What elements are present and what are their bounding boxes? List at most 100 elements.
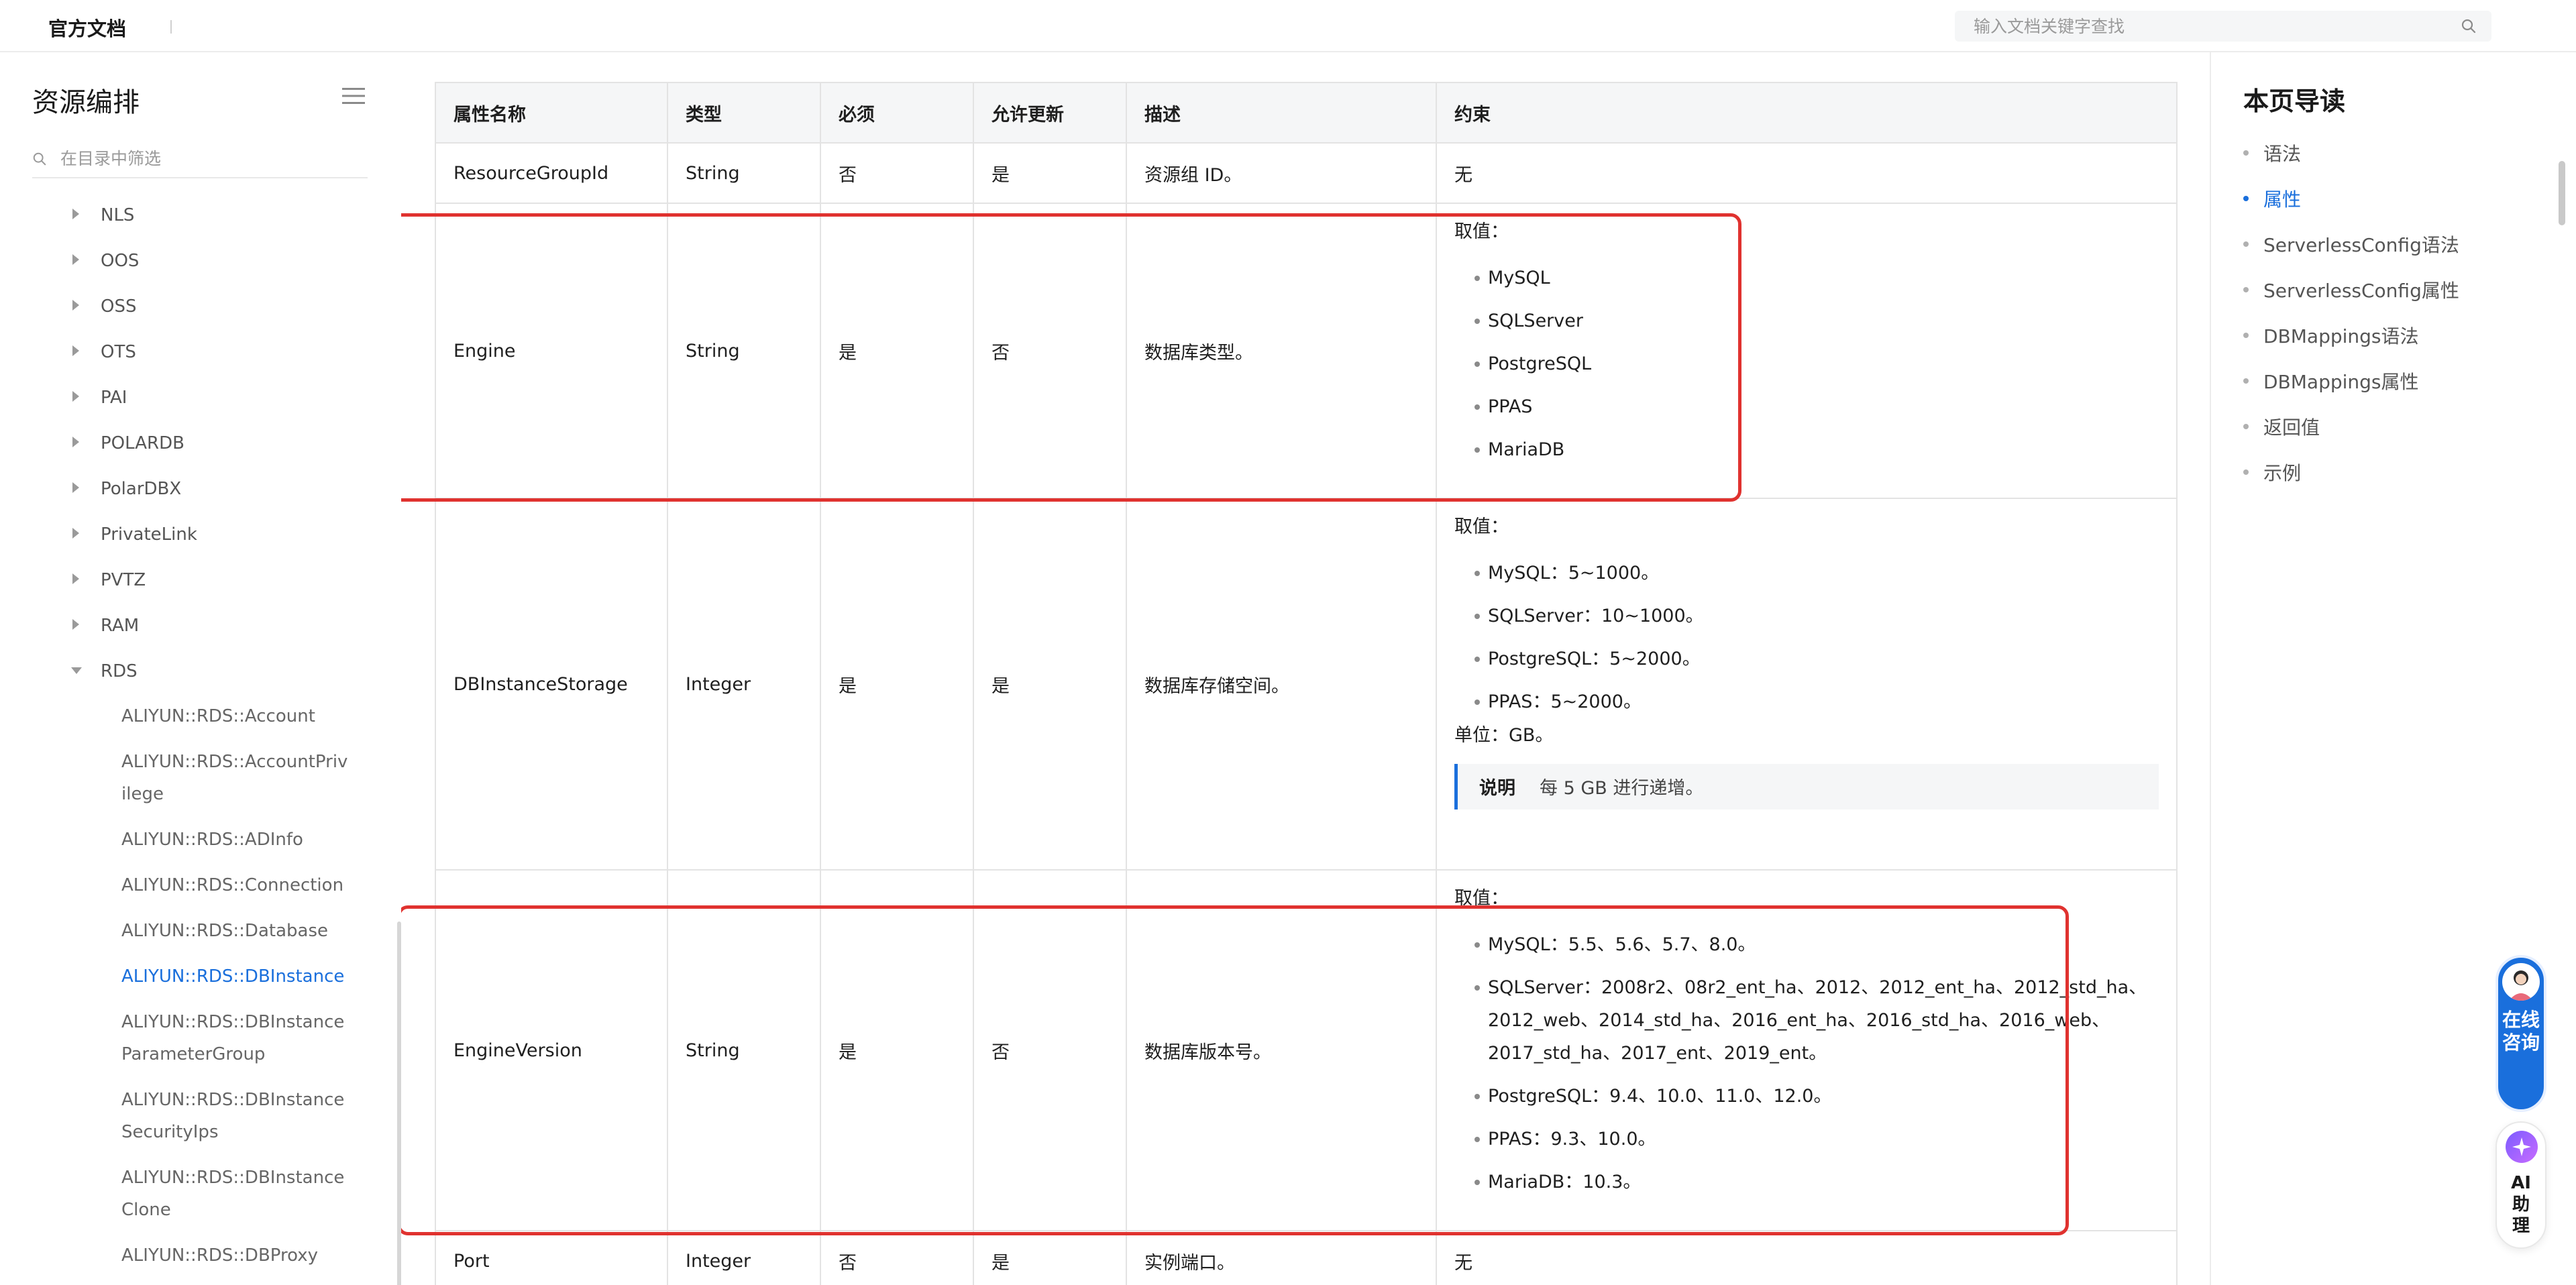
note-title: 说明: [1479, 778, 1515, 799]
toc-item[interactable]: 返回值: [2243, 413, 2320, 440]
catalog-item[interactable]: PVTZ: [0, 557, 401, 602]
cell-updatable: 是: [973, 1230, 1127, 1285]
value-item: SQLServer：2008r2、08r2_ent_ha、2012、2012_e…: [1454, 971, 2159, 1070]
catalog-subitem[interactable]: ALIYUN::RDS::DBInstance Clone: [0, 1155, 362, 1233]
cell-updatable: 否: [973, 203, 1127, 499]
cell-required: 是: [820, 203, 974, 499]
toc-item[interactable]: 示例: [2243, 459, 2301, 486]
search-icon[interactable]: [2461, 18, 2477, 34]
ai-sparkle-icon: [2506, 1131, 2538, 1163]
value-item: MariaDB：10.3。: [1454, 1166, 2159, 1198]
value-list: MySQL：5.5、5.6、5.7、8.0。 SQLServer：2008r2、…: [1454, 928, 2159, 1198]
cell-type: String: [667, 203, 821, 499]
value-item: SQLServer: [1454, 304, 2159, 337]
catalog-subitem[interactable]: ALIYUN::RDS::DBInstance ParameterGroup: [0, 999, 362, 1077]
caret-right-icon: [72, 300, 79, 311]
topbar-divider: [170, 20, 172, 34]
consult-label: 在线咨询: [2502, 1009, 2540, 1054]
cell-constraint: 取值： MySQL：5~1000。 SQLServer：10~1000。 Pos…: [1436, 498, 2178, 871]
constraint-label: 取值：: [1454, 516, 1509, 537]
table-row: Engine String 是 否 数据库类型。 取值： MySQL SQLSe…: [435, 203, 2178, 499]
catalog-subitem[interactable]: ALIYUN::RDS::Account: [0, 693, 362, 739]
catalog-item[interactable]: POLARDB: [0, 420, 401, 465]
caret-right-icon: [72, 254, 79, 265]
catalog-item[interactable]: OOS: [0, 237, 401, 283]
catalog-item[interactable]: OTS: [0, 329, 401, 374]
cell-type: String: [667, 142, 821, 204]
catalog-item-rds[interactable]: RDS: [0, 648, 401, 693]
toc-title: 本页导读: [2243, 87, 2346, 116]
caret-right-icon: [72, 391, 79, 402]
catalog-subitem[interactable]: ALIYUN::RDS::DBInstance SecurityIps: [0, 1077, 362, 1155]
cell-type: Integer: [667, 1230, 821, 1285]
table-row: DBInstanceStorage Integer 是 是 数据库存储空间。 取…: [435, 498, 2178, 871]
cell-name: EngineVersion: [435, 869, 668, 1231]
toc-item[interactable]: ServerlessConfig语法: [2243, 231, 2459, 258]
cell-updatable: 是: [973, 498, 1127, 871]
table-row: EngineVersion String 是 否 数据库版本号。 取值： MyS…: [435, 869, 2178, 1231]
column-header: 允许更新: [973, 82, 1127, 144]
column-header: 约束: [1436, 82, 2178, 144]
cell-type: String: [667, 869, 821, 1231]
toc-item-active[interactable]: 属性: [2243, 185, 2301, 212]
cell-required: 否: [820, 1230, 974, 1285]
brand-title[interactable]: 官方文档: [48, 13, 126, 42]
caret-right-icon: [72, 437, 79, 447]
menu-icon[interactable]: [342, 86, 365, 106]
toc-item[interactable]: DBMappings属性: [2243, 368, 2419, 394]
note-text: 每 5 GB 进行递增。: [1540, 778, 1704, 799]
value-item: MySQL: [1454, 262, 2159, 294]
value-item: PPAS：9.3、10.0。: [1454, 1123, 2159, 1156]
catalog-subitem[interactable]: ALIYUN::RDS::Database: [0, 908, 362, 954]
value-item: PPAS: [1454, 390, 2159, 423]
cell-updatable: 是: [973, 142, 1127, 204]
value-item: PostgreSQL：9.4、10.0、11.0、12.0。: [1454, 1080, 2159, 1113]
table-header-row: 属性名称 类型 必须 允许更新 描述 约束: [435, 82, 2178, 144]
cell-constraint: 无: [1436, 142, 2178, 204]
caret-right-icon: [72, 345, 79, 356]
value-item: PPAS：5~2000。: [1454, 685, 2159, 718]
value-item: PostgreSQL: [1454, 347, 2159, 380]
property-table: 属性名称 类型 必须 允许更新 描述 约束 ResourceGroupId St…: [435, 82, 2178, 1285]
catalog-subitem[interactable]: ALIYUN::RDS::ADInfo: [0, 817, 362, 862]
catalog-item[interactable]: OSS: [0, 283, 401, 329]
cell-desc: 数据库存储空间。: [1126, 498, 1437, 871]
catalog-subitem[interactable]: ALIYUN::RDS::AccountPriv ilege: [0, 739, 362, 817]
toc-item[interactable]: ServerlessConfig属性: [2243, 276, 2459, 303]
toc-item[interactable]: 语法: [2243, 139, 2301, 166]
main-content: 属性名称 类型 必须 允许更新 描述 约束 ResourceGroupId St…: [401, 52, 2206, 1285]
caret-right-icon: [72, 619, 79, 630]
caret-right-icon: [72, 573, 79, 584]
page-scrollbar[interactable]: [2559, 161, 2565, 225]
cell-constraint: 取值： MySQL：5.5、5.6、5.7、8.0。 SQLServer：200…: [1436, 869, 2178, 1231]
value-list: MySQL SQLServer PostgreSQL PPAS MariaDB: [1454, 262, 2159, 466]
cell-required: 否: [820, 142, 974, 204]
catalog-item[interactable]: NLS: [0, 199, 401, 237]
catalog-filter[interactable]: [32, 141, 368, 178]
catalog-subitem-active[interactable]: ALIYUN::RDS::DBInstance: [0, 954, 362, 999]
caret-right-icon: [72, 209, 79, 219]
doc-search[interactable]: [1955, 11, 2491, 42]
catalog-item[interactable]: PrivateLink: [0, 511, 401, 557]
catalog-item[interactable]: PolarDBX: [0, 465, 401, 511]
cell-required: 是: [820, 869, 974, 1231]
cell-desc: 实例端口。: [1126, 1230, 1437, 1285]
doc-search-input[interactable]: [1974, 11, 2443, 42]
caret-right-icon: [72, 482, 79, 493]
ai-assistant-button[interactable]: AI助理: [2496, 1121, 2546, 1249]
online-consult-button[interactable]: 在线咨询: [2496, 955, 2546, 1112]
catalog-subitem[interactable]: ALIYUN::RDS::DBProxy: [0, 1233, 362, 1278]
cell-type: Integer: [667, 498, 821, 871]
catalog-item[interactable]: PAI: [0, 374, 401, 420]
value-list: MySQL：5~1000。 SQLServer：10~1000。 Postgre…: [1454, 557, 2159, 718]
catalog-subitem[interactable]: ALIYUN::RDS::Connection: [0, 862, 362, 908]
value-item: SQLServer：10~1000。: [1454, 600, 2159, 632]
catalog-filter-input[interactable]: [60, 145, 356, 172]
toc-item[interactable]: DBMappings语法: [2243, 322, 2419, 349]
catalog-item[interactable]: RAM: [0, 602, 401, 648]
cell-desc: 数据库版本号。: [1126, 869, 1437, 1231]
column-header: 属性名称: [435, 82, 668, 144]
left-sidebar: 资源编排 NLS OOS OSS OTS PAI POLARDB PolarDB…: [0, 52, 401, 1285]
consultant-avatar: [2502, 963, 2540, 1001]
constraint-label: 取值：: [1454, 888, 1509, 909]
